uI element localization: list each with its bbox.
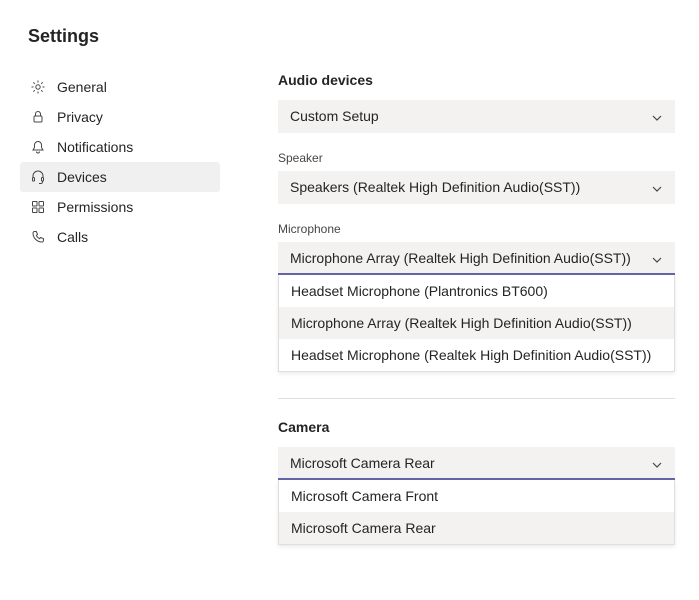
select-value: Microphone Array (Realtek High Definitio… <box>290 250 631 266</box>
apps-icon <box>30 199 46 215</box>
settings-sidebar: General Privacy Notifications Devices Pe… <box>20 64 220 545</box>
speaker-label: Speaker <box>278 151 675 165</box>
lock-icon <box>30 109 46 125</box>
microphone-option[interactable]: Microphone Array (Realtek High Definitio… <box>279 307 674 339</box>
select-value: Microsoft Camera Rear <box>290 455 435 471</box>
camera-dropdown: Microsoft Camera Front Microsoft Camera … <box>278 480 675 545</box>
sidebar-item-calls[interactable]: Calls <box>20 222 220 252</box>
page-title: Settings <box>28 26 99 47</box>
sidebar-item-permissions[interactable]: Permissions <box>20 192 220 222</box>
sidebar-item-general[interactable]: General <box>20 72 220 102</box>
camera-option[interactable]: Microsoft Camera Front <box>279 480 674 512</box>
sidebar-item-label: Permissions <box>57 199 133 215</box>
microphone-option[interactable]: Headset Microphone (Realtek High Definit… <box>279 339 674 371</box>
sidebar-item-devices[interactable]: Devices <box>20 162 220 192</box>
headset-icon <box>30 169 46 185</box>
sidebar-item-label: Calls <box>57 229 88 245</box>
camera-select[interactable]: Microsoft Camera Rear <box>278 447 675 480</box>
microphone-option[interactable]: Headset Microphone (Plantronics BT600) <box>279 275 674 307</box>
close-button[interactable] <box>663 24 671 48</box>
select-value: Speakers (Realtek High Definition Audio(… <box>290 179 580 195</box>
section-divider <box>278 398 675 399</box>
settings-header: Settings <box>0 0 699 64</box>
microphone-select[interactable]: Microphone Array (Realtek High Definitio… <box>278 242 675 275</box>
sidebar-item-notifications[interactable]: Notifications <box>20 132 220 162</box>
camera-option[interactable]: Microsoft Camera Rear <box>279 512 674 544</box>
settings-main: Audio devices Custom Setup Speaker Speak… <box>220 64 699 545</box>
speaker-select[interactable]: Speakers (Realtek High Definition Audio(… <box>278 171 675 204</box>
gear-icon <box>30 79 46 95</box>
microphone-label: Microphone <box>278 222 675 236</box>
camera-heading: Camera <box>278 419 675 435</box>
audio-devices-heading: Audio devices <box>278 72 675 88</box>
sidebar-item-label: Privacy <box>57 109 103 125</box>
sidebar-item-label: Notifications <box>57 139 133 155</box>
audio-device-select[interactable]: Custom Setup <box>278 100 675 133</box>
sidebar-item-label: Devices <box>57 169 107 185</box>
sidebar-item-label: General <box>57 79 107 95</box>
phone-icon <box>30 229 46 245</box>
bell-icon <box>30 139 46 155</box>
sidebar-item-privacy[interactable]: Privacy <box>20 102 220 132</box>
select-value: Custom Setup <box>290 108 379 124</box>
microphone-dropdown: Headset Microphone (Plantronics BT600) M… <box>278 275 675 372</box>
